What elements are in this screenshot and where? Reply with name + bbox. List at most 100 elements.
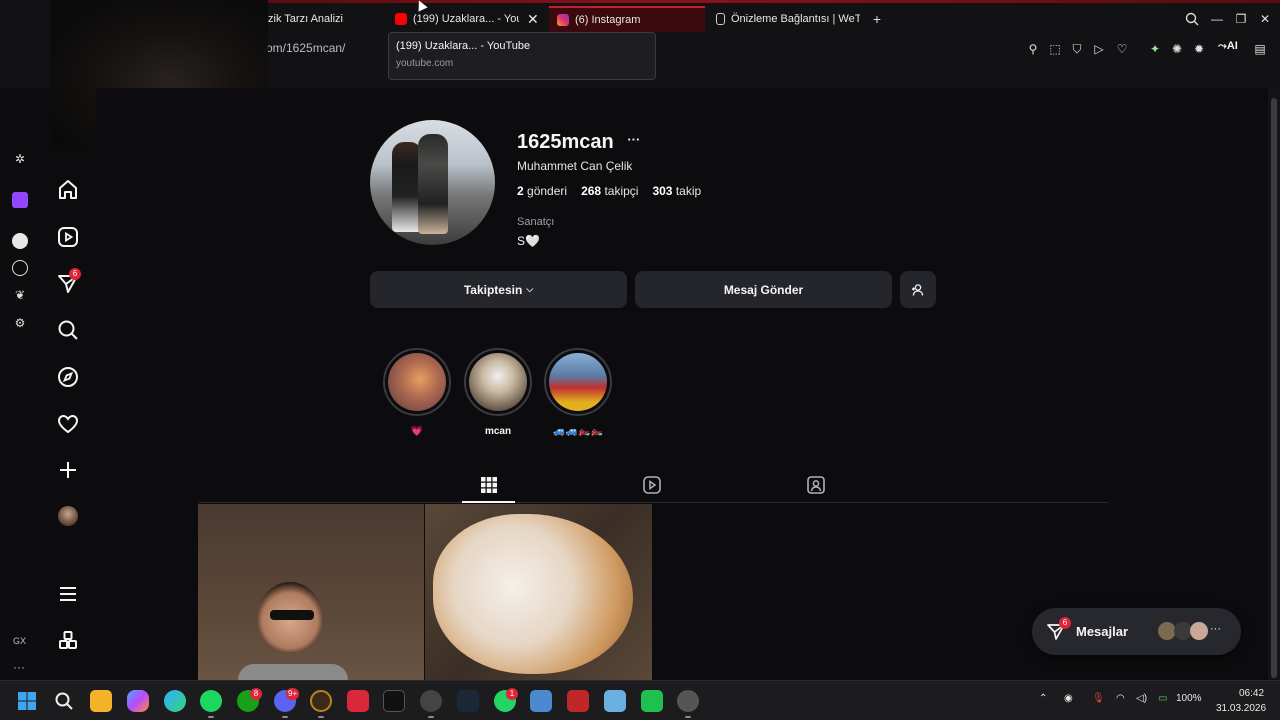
voicemeeter-icon[interactable] — [567, 690, 589, 712]
posts-stat[interactable]: 2 gönderi — [517, 184, 567, 198]
url-text[interactable]: om/1625mcan/ — [266, 41, 345, 55]
post-thumbnail[interactable] — [198, 504, 424, 680]
following-button[interactable]: Takiptesin ⌵ — [370, 271, 627, 308]
copilot-icon[interactable] — [127, 690, 149, 712]
sidebar-toggle-icon[interactable]: ▤ — [1253, 42, 1267, 56]
microphone-icon[interactable]: 🎙 — [1092, 693, 1105, 704]
history-icon[interactable] — [12, 260, 28, 276]
tab-instagram[interactable]: (6) Instagram — [549, 6, 705, 32]
clock-time[interactable]: 06:42 — [1239, 688, 1264, 699]
more-icon[interactable]: ··· — [13, 660, 25, 674]
file-explorer-icon[interactable] — [90, 690, 112, 712]
tab-wetransfer[interactable]: Önizleme Bağlantısı | WeTr — [716, 6, 860, 32]
story-highlight[interactable] — [383, 348, 451, 416]
windows-start-icon[interactable] — [16, 690, 38, 712]
explore-icon[interactable] — [56, 365, 80, 389]
following-stat[interactable]: 303 takip — [652, 184, 701, 198]
edge-icon[interactable] — [164, 690, 186, 712]
volume-icon[interactable]: ◁) — [1136, 693, 1147, 704]
gx-control-icon[interactable]: ✲ — [13, 152, 27, 166]
extensions-icon[interactable]: ❦ — [13, 288, 27, 302]
xbox-badge: 8 — [250, 688, 262, 700]
story-highlight[interactable] — [464, 348, 532, 416]
opera-sidebar: ✲ ❦ ⚙ GX ··· — [0, 140, 40, 680]
app-icon[interactable] — [677, 690, 699, 712]
spotify-icon[interactable] — [12, 233, 28, 249]
tab-music-analysis[interactable]: zik Tarzı Analizi — [268, 6, 386, 32]
new-tab-icon[interactable]: + — [870, 12, 884, 26]
followers-stat[interactable]: 268 takipçi — [581, 184, 638, 198]
more-icon: ··· — [1210, 623, 1221, 635]
post-thumbnail[interactable] — [425, 504, 652, 680]
ai-sparkle-icon: ⤳ — [1218, 40, 1227, 52]
extension-icon[interactable]: ✹ — [1192, 42, 1206, 56]
extension-icon[interactable]: ✺ — [1170, 42, 1184, 56]
profile-stats: 2 gönderi 268 takipçi 303 takip — [517, 184, 701, 198]
search-icon[interactable] — [53, 690, 75, 712]
profile-tabs-divider — [198, 502, 1108, 503]
opera-gx-icon[interactable] — [310, 690, 332, 712]
home-icon[interactable] — [56, 178, 80, 202]
sunglasses-icon — [270, 610, 314, 620]
document-icon — [716, 13, 725, 25]
minimize-icon[interactable]: — — [1210, 12, 1224, 26]
media-player-icon[interactable] — [420, 690, 442, 712]
create-plus-icon[interactable] — [56, 458, 80, 482]
app-icon[interactable] — [347, 690, 369, 712]
options-icon[interactable]: ··· — [627, 132, 640, 147]
ai-label: AI — [1226, 40, 1238, 52]
app-icon[interactable] — [641, 690, 663, 712]
gx-label: GX — [13, 636, 27, 646]
close-window-icon[interactable]: ✕ — [1258, 12, 1272, 26]
reels-tab-icon[interactable] — [641, 474, 663, 496]
profile-picture[interactable] — [370, 120, 495, 245]
search-tabs-icon[interactable] — [1185, 12, 1199, 26]
running-indicator — [428, 716, 434, 718]
heart-icon[interactable]: ♡ — [1115, 42, 1129, 56]
instagram-icon — [557, 14, 569, 26]
pin-icon[interactable]: ⚲ — [1026, 42, 1040, 56]
wifi-icon[interactable]: ◠ — [1116, 693, 1125, 704]
steam-icon[interactable] — [457, 690, 479, 712]
scrollbar-thumb[interactable] — [1271, 98, 1277, 678]
close-tab-icon[interactable]: ✕ — [527, 11, 539, 28]
search-icon[interactable] — [56, 318, 80, 342]
suggest-user-button[interactable] — [900, 271, 936, 308]
highlight-cover — [388, 353, 446, 411]
settings-icon[interactable]: ⚙ — [13, 316, 27, 330]
cat-figure — [433, 514, 633, 674]
tab-label: zik Tarzı Analizi — [268, 13, 343, 25]
extension-icon[interactable]: ✦ — [1148, 42, 1162, 56]
steam-tray-icon[interactable]: ◉ — [1064, 693, 1073, 704]
person-figure — [418, 134, 448, 234]
send-message-button[interactable]: Mesaj Gönder — [635, 271, 892, 308]
spotify-icon[interactable] — [200, 690, 222, 712]
clock-date[interactable]: 31.03.2026 — [1216, 703, 1266, 714]
messages-pill[interactable]: 6 Mesajlar ··· — [1032, 608, 1241, 655]
show-hidden-icons-icon[interactable]: ⌃ — [1039, 693, 1047, 704]
messages-icon[interactable]: 6 — [56, 268, 81, 296]
epic-games-icon[interactable] — [383, 690, 405, 712]
shield-icon[interactable]: ⛉ — [1070, 42, 1084, 56]
battery-icon[interactable]: ▭ — [1158, 693, 1167, 704]
twitch-icon[interactable] — [12, 192, 28, 208]
posts-grid-tab-icon[interactable] — [478, 474, 500, 496]
tooltip-host: youtube.com — [396, 58, 454, 69]
tagged-tab-icon[interactable] — [805, 474, 827, 496]
following-label: Takiptesin — [463, 282, 523, 297]
restore-icon[interactable]: ❐ — [1234, 12, 1248, 26]
snapshot-icon[interactable]: ⬚ — [1048, 42, 1062, 56]
menu-icon[interactable] — [56, 582, 80, 606]
play-icon[interactable]: ▷ — [1092, 42, 1106, 56]
notifications-heart-icon[interactable] — [56, 412, 80, 436]
running-indicator — [282, 716, 288, 718]
app-icon[interactable] — [604, 690, 626, 712]
ai-button[interactable]: ⤳AI — [1218, 40, 1238, 53]
app-icon[interactable] — [530, 690, 552, 712]
story-highlight[interactable] — [544, 348, 612, 416]
meta-apps-icon[interactable] — [56, 628, 80, 652]
scrollbar[interactable] — [1268, 88, 1280, 680]
tab-label: Önizleme Bağlantısı | WeTr — [731, 13, 860, 25]
profile-avatar[interactable] — [58, 506, 78, 526]
reels-icon[interactable] — [56, 225, 80, 249]
